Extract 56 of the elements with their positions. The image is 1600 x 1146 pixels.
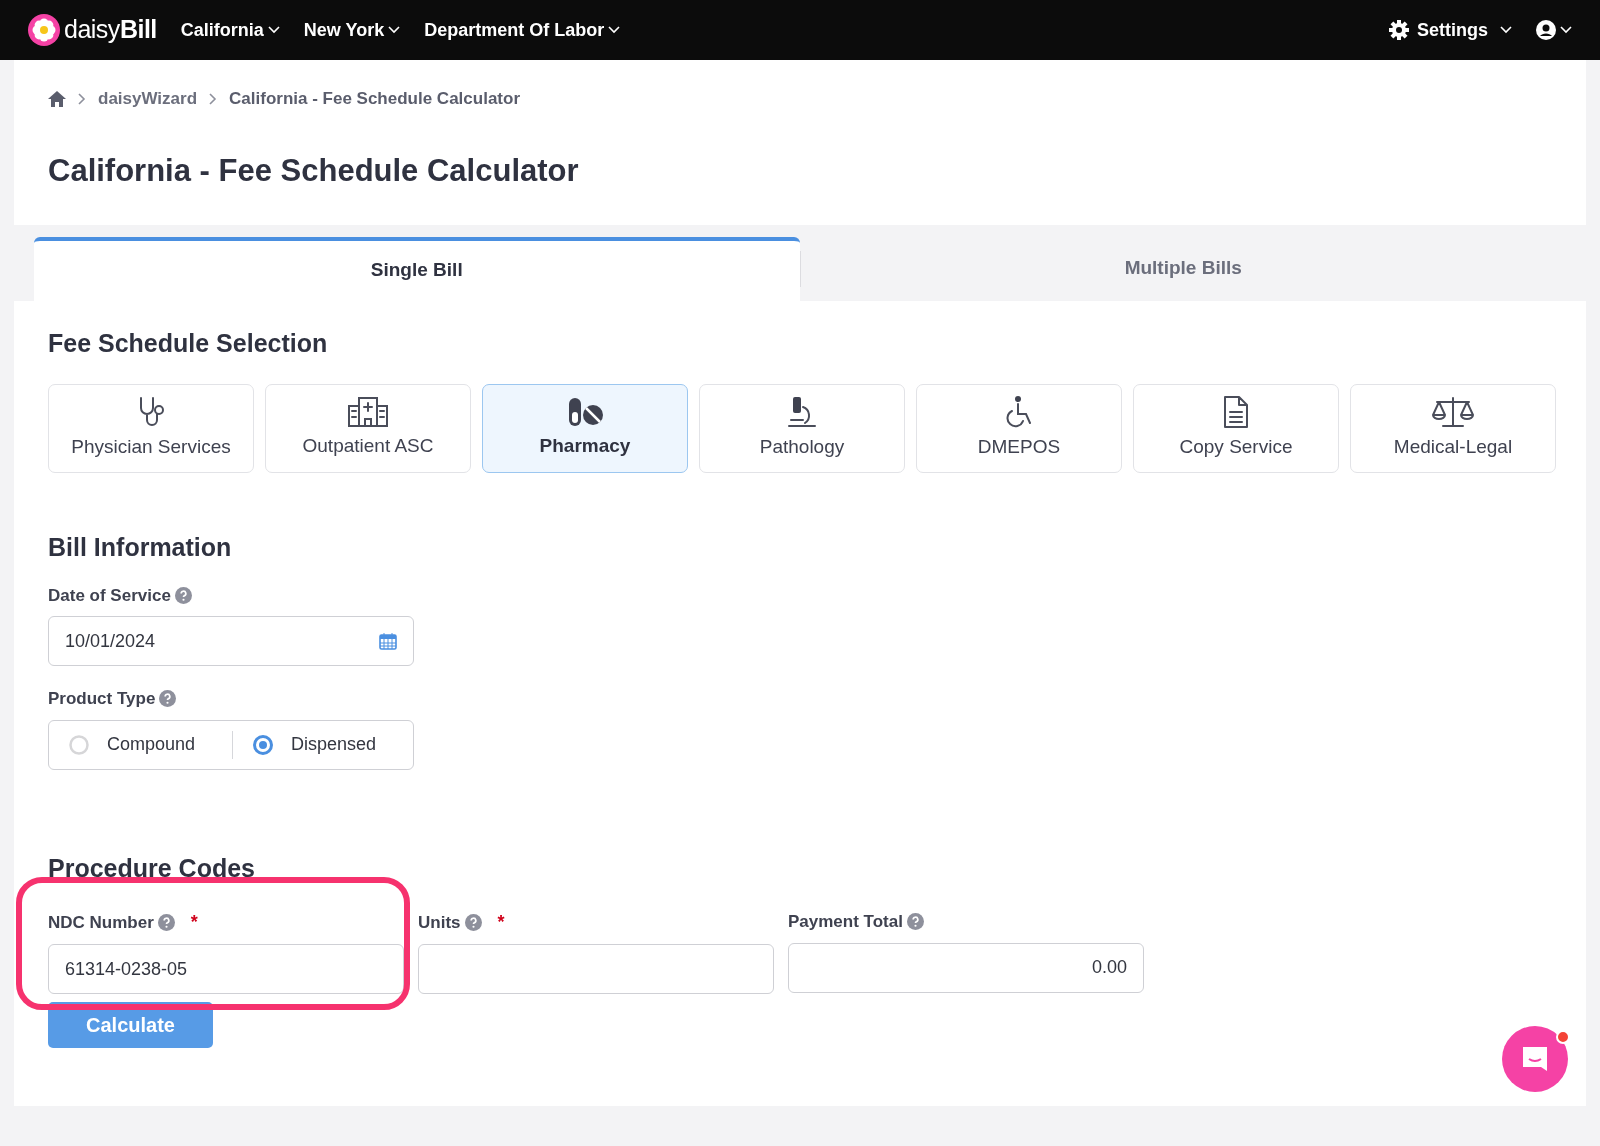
hospital-icon <box>347 396 389 429</box>
fee-schedule-option[interactable]: DMEPOS <box>916 384 1122 474</box>
breadcrumb-item: California - Fee Schedule Calculator <box>229 88 520 110</box>
tab[interactable]: Single Bill <box>34 236 800 301</box>
fee-schedule-option[interactable]: Pathology <box>699 384 905 474</box>
input-field[interactable]: 61314-0238-05 <box>48 944 404 995</box>
field-label: Product Type <box>48 688 156 711</box>
chevron-down-icon <box>1500 26 1512 34</box>
nav-menu[interactable]: New York <box>303 16 401 44</box>
help-icon[interactable] <box>157 914 175 932</box>
microscope-icon <box>785 395 819 430</box>
account-menu[interactable] <box>1536 20 1572 40</box>
input-field[interactable] <box>418 944 774 995</box>
fee-schedule-option[interactable]: Pharmacy <box>482 384 688 474</box>
breadcrumb-item[interactable]: daisyWizard <box>98 86 198 112</box>
fee-schedule-option[interactable]: Physician Services <box>48 384 254 474</box>
section-heading: Fee Schedule Selection <box>48 327 329 359</box>
help-icon[interactable] <box>159 690 177 708</box>
scale-icon <box>1431 395 1475 430</box>
logo-icon <box>28 14 60 46</box>
chevron-down-icon <box>1560 26 1572 34</box>
field-label: Units <box>418 911 461 934</box>
home-icon[interactable] <box>48 90 66 107</box>
radio-option[interactable]: Dispensed <box>233 731 413 759</box>
settings-menu[interactable]: Settings <box>1389 16 1512 44</box>
fee-schedule-option[interactable]: Medical-Legal <box>1350 384 1556 474</box>
user-icon <box>1536 20 1556 40</box>
document-icon <box>1222 395 1250 430</box>
required-marker: * <box>190 911 198 935</box>
field-label: Payment Total <box>788 911 903 934</box>
date-field[interactable]: 10/01/2024 <box>48 616 414 667</box>
help-icon[interactable] <box>906 913 924 931</box>
chat-icon <box>1520 1044 1550 1074</box>
settings-icon <box>1389 20 1409 40</box>
chevron-right-icon <box>78 92 86 105</box>
input-field[interactable]: 0.00 <box>788 942 1144 993</box>
section-heading: Procedure Codes <box>48 852 256 884</box>
fee-schedule-option[interactable]: Outpatient ASC <box>265 384 471 474</box>
nav-menu[interactable]: California <box>180 16 280 44</box>
chevron-down-icon <box>267 26 280 34</box>
nav-menu[interactable]: Department Of Labor <box>424 16 621 44</box>
field-label: Date of Service <box>48 584 171 607</box>
chevron-down-icon <box>608 26 621 34</box>
help-icon[interactable] <box>464 914 482 932</box>
brand-name[interactable]: daisyBill <box>64 11 157 49</box>
required-marker: * <box>497 911 505 935</box>
chevron-right-icon <box>209 92 218 105</box>
field-label: NDC Number <box>48 911 154 934</box>
radio-option[interactable]: Compound <box>49 731 232 759</box>
help-icon[interactable] <box>174 586 192 604</box>
calendar-icon[interactable] <box>379 632 397 651</box>
section-heading: Bill Information <box>48 532 233 564</box>
fee-schedule-option[interactable]: Copy Service <box>1133 384 1339 474</box>
page-title: California - Fee Schedule Calculator <box>47 151 580 189</box>
chevron-down-icon <box>388 26 401 34</box>
tab[interactable]: Multiple Bills <box>800 236 1566 301</box>
